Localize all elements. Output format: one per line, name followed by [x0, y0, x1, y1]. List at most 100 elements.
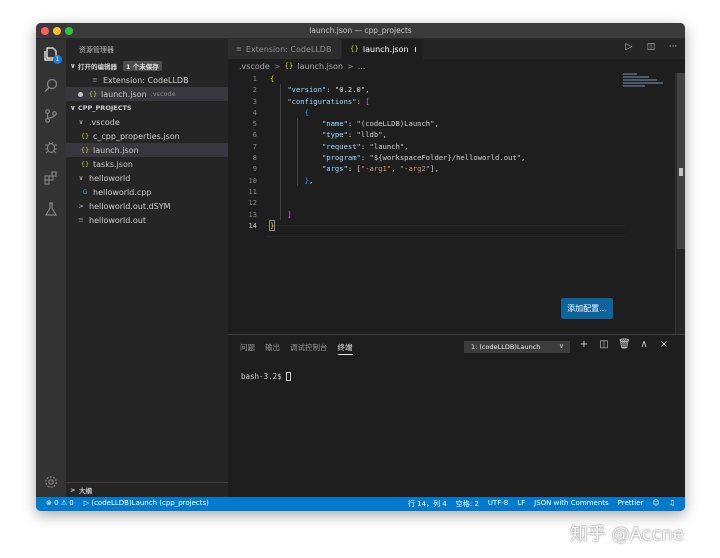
- chevron-down-icon: ∨: [70, 62, 76, 70]
- problems-status[interactable]: ⊗ 0 ⚠ 0: [46, 499, 74, 507]
- minimap[interactable]: [623, 73, 673, 103]
- code-lines[interactable]: { "version": "0.2.0", "configurations": …: [268, 73, 625, 231]
- open-editor-name: Extension: CodeLLDB: [103, 75, 189, 85]
- close-panel-icon[interactable]: ×: [658, 339, 670, 350]
- breadcrumb: .vscode > {} launch.json > ...: [228, 59, 685, 73]
- chevron-right-icon: >: [78, 202, 84, 210]
- tree-item-folder[interactable]: ∨ helloworld: [66, 171, 228, 185]
- sidebar-title: 资源管理器: [79, 46, 114, 54]
- open-editors-header[interactable]: ∨ 打开的编辑器 1 个未保存: [66, 59, 228, 73]
- notifications-bell-icon[interactable]: ♫: [669, 499, 675, 509]
- maximize-panel-icon[interactable]: ∧: [638, 339, 650, 350]
- editor-scrollbar[interactable]: [675, 73, 685, 334]
- feedback-icon[interactable]: ☺: [652, 499, 659, 509]
- watermark: 知乎 @Accne: [570, 524, 684, 545]
- line-number: 5: [252, 119, 257, 129]
- indentation-status[interactable]: 空格: 2: [456, 499, 479, 509]
- debug-icon[interactable]: [36, 132, 66, 162]
- terminal-select[interactable]: 1: (codeLLDB)Launch ∨: [464, 341, 570, 353]
- line-number-gutter: 1 2 3 4 5 6 7 8 9 10 11 12 13 14: [228, 73, 262, 231]
- tab-problems[interactable]: 问题: [240, 342, 255, 355]
- trash-icon[interactable]: 🗑: [618, 339, 631, 350]
- formatter-status[interactable]: Prettier: [618, 499, 644, 509]
- open-editor-folder: .vscode: [150, 90, 176, 98]
- code-line: }: [268, 219, 276, 231]
- tree-item-label: helloworld.cpp: [93, 187, 152, 197]
- title-bar: launch.json — cpp_projects: [36, 23, 685, 39]
- terminal-prompt: bash-3.2$: [241, 372, 282, 381]
- open-editor-item[interactable]: {} launch.json .vscode: [66, 87, 228, 101]
- explorer-icon[interactable]: 1: [36, 39, 66, 69]
- tree-item-file[interactable]: {} launch.json: [66, 143, 228, 157]
- add-configuration-button[interactable]: 添加配置...: [561, 298, 613, 319]
- scrollbar-thumb[interactable]: [677, 73, 685, 249]
- line-number: 12: [248, 198, 257, 208]
- outline-label: 大纲: [79, 487, 92, 495]
- tab-output[interactable]: 输出: [265, 342, 280, 355]
- tree-item-folder[interactable]: > helloworld.out.dSYM: [66, 199, 228, 213]
- tab-debug-console[interactable]: 调试控制台: [290, 342, 328, 355]
- tab-launch-json[interactable]: {} launch.json: [342, 39, 423, 59]
- language-mode-status[interactable]: JSON with Comments: [534, 499, 609, 509]
- line-number: 1: [252, 74, 257, 83]
- tree-item-label: c_cpp_properties.json: [93, 131, 180, 141]
- split-terminal-icon[interactable]: ◫: [598, 339, 610, 350]
- explorer-badge: 1: [53, 55, 62, 64]
- tree-item-file[interactable]: G helloworld.cpp: [66, 185, 228, 199]
- json-file-icon: {}: [80, 146, 90, 154]
- more-icon[interactable]: ···: [667, 42, 679, 52]
- tree-item-label: helloworld: [89, 173, 131, 183]
- terminal-select-value: 1: (codeLLDB)Launch: [471, 343, 541, 351]
- breadcrumb-folder[interactable]: .vscode: [239, 62, 270, 71]
- cursor-position-status[interactable]: 行 14，列 4: [408, 499, 447, 509]
- extensions-icon[interactable]: [36, 163, 66, 193]
- activity-bar: 1: [36, 39, 66, 497]
- chevron-down-icon: ∨: [558, 342, 564, 350]
- tree-item-file[interactable]: {} c_cpp_properties.json: [66, 129, 228, 143]
- run-icon[interactable]: ▷: [623, 42, 635, 52]
- line-number: 4: [252, 107, 257, 117]
- line-number: 6: [252, 130, 257, 140]
- split-editor-icon[interactable]: ◫: [645, 42, 657, 52]
- document-icon: ≡: [92, 76, 98, 84]
- chevron-right-icon: >: [273, 61, 281, 71]
- code-editor[interactable]: 1 2 3 4 5 6 7 8 9 10 11 12 13 14 { "version": "0.2.0"…: [228, 73, 685, 334]
- tab-extension-codelldb[interactable]: ≡ Extension: CodeLLDB: [228, 39, 342, 59]
- settings-gear-icon[interactable]: [36, 467, 66, 497]
- project-header[interactable]: ∨ CPP_PROJECTS: [66, 101, 228, 115]
- tree-item-folder[interactable]: ∨ .vscode: [66, 115, 228, 129]
- testing-flask-icon[interactable]: [36, 194, 66, 224]
- document-icon: ≡: [78, 216, 84, 224]
- outline-header[interactable]: > 大纲: [66, 482, 228, 497]
- tab-terminal[interactable]: 终端: [337, 342, 353, 355]
- breadcrumb-symbol[interactable]: ...: [358, 62, 366, 71]
- source-control-icon[interactable]: [36, 101, 66, 131]
- unsaved-dot-icon: [78, 91, 83, 97]
- line-number: 14: [248, 220, 257, 230]
- chevron-right-icon: >: [347, 61, 354, 71]
- open-editor-item[interactable]: ≡ Extension: CodeLLDB: [66, 73, 228, 87]
- tree-item-file[interactable]: ≡ helloworld.out: [66, 213, 228, 227]
- code-line: ]: [287, 209, 292, 219]
- chevron-down-icon: ∨: [78, 118, 84, 126]
- encoding-status[interactable]: UTF-8: [488, 499, 508, 509]
- unsaved-badge: 1 个未保存: [123, 61, 162, 71]
- breadcrumb-file[interactable]: launch.json: [297, 62, 343, 71]
- tree-item-file[interactable]: {} tasks.json: [66, 157, 228, 171]
- new-terminal-icon[interactable]: +: [578, 339, 590, 350]
- status-bar: ⊗ 0 ⚠ 0 ▷ (codeLLDB)Launch (cpp_projects…: [36, 497, 685, 511]
- code-line: "name": "(codeLLDB)Launch",: [321, 119, 439, 129]
- search-icon[interactable]: [36, 70, 66, 100]
- code-line: "program": "${workspaceFolder}/helloworl…: [321, 153, 526, 163]
- eol-status[interactable]: LF: [517, 499, 525, 509]
- vscode-window: launch.json — cpp_projects 1 资源管理器 ∨ 打开的…: [36, 23, 685, 511]
- debug-config-status[interactable]: ▷ (codeLLDB)Launch (cpp_projects): [84, 499, 209, 507]
- window-title: launch.json — cpp_projects: [309, 26, 412, 35]
- terminal[interactable]: bash-3.2$: [241, 372, 291, 381]
- code-line: },: [304, 175, 314, 185]
- terminal-cursor: [285, 372, 291, 381]
- line-number: 7: [252, 141, 257, 151]
- chevron-down-icon: ∨: [78, 174, 84, 182]
- cpp-file-icon: G: [82, 188, 88, 196]
